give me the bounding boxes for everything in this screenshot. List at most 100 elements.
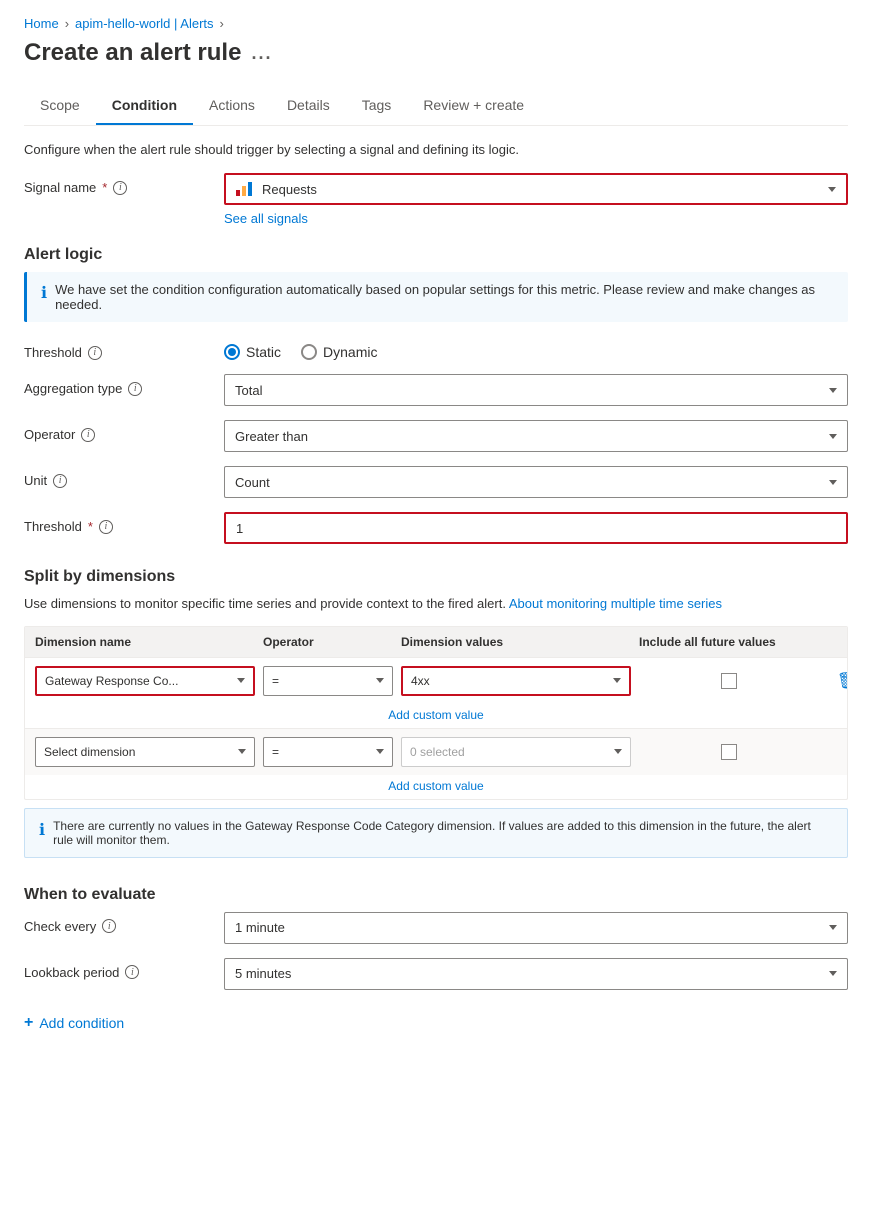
dimension-name-dropdown-2[interactable]: Select dimension: [35, 737, 255, 767]
dimension-values-chevron-1: [613, 678, 621, 683]
unit-chevron: [829, 480, 837, 485]
threshold-static-option[interactable]: Static: [224, 344, 281, 360]
dimension-values-chevron-2: [614, 749, 622, 754]
requests-bar-icon: [236, 182, 252, 196]
alert-logic-info-text: We have set the condition configuration …: [55, 282, 834, 312]
header-include-all: Include all future values: [639, 635, 819, 649]
delete-row-1-icon[interactable]: 🗑: [837, 671, 848, 691]
signal-required: *: [102, 180, 107, 195]
signal-value: Requests: [262, 182, 317, 197]
aggregation-info-icon[interactable]: i: [128, 382, 142, 396]
unit-label: Unit i: [24, 466, 224, 488]
check-every-chevron: [829, 925, 837, 930]
alert-logic-title: Alert logic: [24, 246, 848, 264]
dimension-operator-dropdown-2[interactable]: =: [263, 737, 393, 767]
threshold-label: Threshold i: [24, 338, 224, 360]
signal-dropdown[interactable]: Requests: [224, 173, 848, 205]
split-dimensions-desc: Use dimensions to monitor specific time …: [24, 594, 848, 614]
threshold-value-control: [224, 512, 848, 544]
unit-dropdown[interactable]: Count: [224, 466, 848, 498]
see-all-signals-link[interactable]: See all signals: [224, 211, 848, 226]
page-title: Create an alert rule: [24, 39, 241, 67]
tab-scope[interactable]: Scope: [24, 87, 96, 125]
threshold-info-icon[interactable]: i: [88, 346, 102, 360]
header-dimension-name: Dimension name: [35, 635, 255, 649]
signal-control: Requests See all signals: [224, 173, 848, 226]
threshold-value-required: *: [88, 519, 93, 534]
add-condition-label: Add condition: [39, 1015, 124, 1031]
no-values-text: There are currently no values in the Gat…: [53, 819, 833, 847]
dynamic-radio-circle: [301, 344, 317, 360]
unit-info-icon[interactable]: i: [53, 474, 67, 488]
lookback-period-dropdown[interactable]: 5 minutes: [224, 958, 848, 990]
threshold-value-input[interactable]: [224, 512, 848, 544]
breadcrumb-sep1: ›: [65, 16, 69, 31]
tab-actions[interactable]: Actions: [193, 87, 271, 125]
threshold-row: Threshold i Static Dynamic: [24, 338, 848, 360]
unit-value: Count: [235, 475, 270, 490]
dimension-values-dropdown-2[interactable]: 0 selected: [401, 737, 631, 767]
check-every-dropdown[interactable]: 1 minute: [224, 912, 848, 944]
breadcrumb-resource[interactable]: apim-hello-world | Alerts: [75, 16, 213, 31]
add-custom-value-1[interactable]: Add custom value: [25, 704, 847, 728]
breadcrumb-sep2: ›: [220, 16, 224, 31]
operator-control: Greater than: [224, 420, 848, 452]
page-title-row: Create an alert rule ...: [24, 39, 848, 67]
tab-condition[interactable]: Condition: [96, 87, 193, 125]
check-every-value: 1 minute: [235, 920, 285, 935]
no-values-banner: ℹ There are currently no values in the G…: [24, 808, 848, 858]
no-values-info-icon: ℹ: [39, 820, 45, 840]
threshold-value-info-icon[interactable]: i: [99, 520, 113, 534]
dimension-name-dropdown-1[interactable]: Gateway Response Co...: [35, 666, 255, 696]
dimension-name-value-1: Gateway Response Co...: [45, 674, 178, 688]
breadcrumb-home[interactable]: Home: [24, 16, 59, 31]
lookback-period-control: 5 minutes: [224, 958, 848, 990]
operator-dropdown[interactable]: Greater than: [224, 420, 848, 452]
operator-chevron: [829, 434, 837, 439]
dimension-values-value-2: 0 selected: [410, 745, 465, 759]
tab-bar: Scope Condition Actions Details Tags Rev…: [24, 87, 848, 126]
dimension-operator-chevron-2: [376, 749, 384, 754]
lookback-info-icon[interactable]: i: [125, 965, 139, 979]
dimensions-table-header: Dimension name Operator Dimension values…: [25, 627, 847, 657]
split-dimensions-title: Split by dimensions: [24, 568, 848, 586]
add-condition-plus-icon: +: [24, 1014, 33, 1032]
dimension-name-chevron-1: [237, 678, 245, 683]
aggregation-type-dropdown[interactable]: Total: [224, 374, 848, 406]
check-every-info-icon[interactable]: i: [102, 919, 116, 933]
signal-info-icon[interactable]: i: [113, 181, 127, 195]
signal-name-label: Signal name * i: [24, 173, 224, 195]
aggregation-type-row: Aggregation type i Total: [24, 374, 848, 406]
tab-tags[interactable]: Tags: [346, 87, 408, 125]
threshold-dynamic-option[interactable]: Dynamic: [301, 344, 377, 360]
operator-info-icon[interactable]: i: [81, 428, 95, 442]
info-banner-icon: ℹ: [41, 283, 47, 303]
tab-details[interactable]: Details: [271, 87, 346, 125]
threshold-radio-group: Static Dynamic: [224, 338, 848, 360]
breadcrumb: Home › apim-hello-world | Alerts ›: [24, 16, 848, 31]
lookback-period-chevron: [829, 971, 837, 976]
threshold-value-label: Threshold * i: [24, 512, 224, 534]
tab-review[interactable]: Review + create: [407, 87, 540, 125]
aggregation-type-label: Aggregation type i: [24, 374, 224, 396]
add-custom-value-2[interactable]: Add custom value: [25, 775, 847, 799]
threshold-static-label: Static: [246, 344, 281, 360]
operator-label: Operator i: [24, 420, 224, 442]
monitoring-link[interactable]: About monitoring multiple time series: [509, 596, 722, 611]
page-title-more[interactable]: ...: [251, 43, 272, 64]
unit-row: Unit i Count: [24, 466, 848, 498]
dimensions-table: Dimension name Operator Dimension values…: [24, 626, 848, 800]
include-all-checkbox-1[interactable]: [721, 673, 737, 689]
dimension-operator-chevron-1: [376, 678, 384, 683]
header-operator: Operator: [263, 635, 393, 649]
dimension-operator-dropdown-1[interactable]: =: [263, 666, 393, 696]
dimension-name-chevron-2: [238, 749, 246, 754]
alert-logic-info-banner: ℹ We have set the condition configuratio…: [24, 272, 848, 322]
aggregation-type-control: Total: [224, 374, 848, 406]
lookback-period-label: Lookback period i: [24, 958, 224, 980]
unit-control: Count: [224, 466, 848, 498]
include-all-checkbox-2[interactable]: [721, 744, 737, 760]
dimension-operator-value-1: =: [272, 674, 279, 688]
dimension-values-dropdown-1[interactable]: 4xx: [401, 666, 631, 696]
add-condition-button[interactable]: + Add condition: [24, 1014, 848, 1032]
